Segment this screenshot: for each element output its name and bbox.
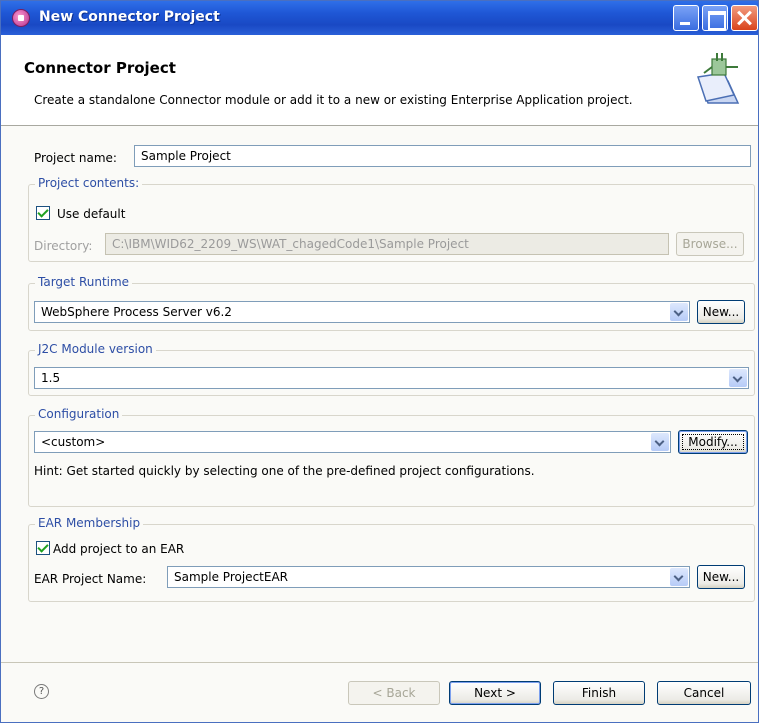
project-name-field[interactable]: Sample Project (134, 145, 751, 167)
ear-project-name-value: Sample ProjectEAR (174, 570, 288, 584)
new-ear-button[interactable]: New... (697, 565, 745, 589)
minimize-button[interactable] (673, 5, 699, 31)
close-button[interactable] (731, 5, 758, 31)
ear-membership-legend: EAR Membership (35, 516, 144, 530)
ear-membership-group: EAR Membership (28, 516, 755, 602)
j2c-module-value: 1.5 (41, 371, 61, 385)
back-button[interactable]: < Back (348, 681, 440, 705)
footer-divider (1, 662, 758, 663)
chevron-down-icon[interactable] (651, 433, 669, 451)
configuration-legend: Configuration (35, 407, 123, 421)
chevron-down-icon[interactable] (670, 303, 688, 321)
modify-button[interactable]: Modify... (678, 430, 748, 454)
new-runtime-button[interactable]: New... (697, 300, 745, 324)
ear-project-name-select[interactable]: Sample ProjectEAR (167, 566, 690, 588)
browse-button[interactable]: Browse... (676, 232, 744, 256)
chevron-down-icon[interactable] (670, 568, 688, 586)
configuration-group: Configuration (28, 407, 755, 507)
page-title: Connector Project (24, 59, 176, 77)
window-title: New Connector Project (39, 9, 220, 25)
j2c-module-select[interactable]: 1.5 (34, 367, 749, 389)
project-name-label: Project name: (34, 151, 117, 165)
project-contents-legend: Project contents: (35, 176, 143, 190)
use-default-label: Use default (57, 207, 126, 221)
next-button[interactable]: Next > (449, 681, 541, 705)
directory-label: Directory: (34, 239, 93, 253)
connector-project-icon (697, 53, 740, 104)
dialog-window: New Connector Project Connector Project … (0, 0, 759, 723)
ear-project-name-label: EAR Project Name: (34, 572, 147, 586)
maximize-button[interactable] (702, 5, 728, 31)
directory-field[interactable]: C:\IBM\WID62_2209_WS\WAT_chagedCode1\Sam… (105, 233, 669, 255)
cancel-button[interactable]: Cancel (657, 681, 751, 705)
add-to-ear-label: Add project to an EAR (53, 542, 185, 556)
help-icon[interactable]: ? (34, 684, 49, 699)
configuration-hint: Hint: Get started quickly by selecting o… (34, 464, 535, 478)
j2c-module-legend: J2C Module version (35, 342, 156, 356)
page-description: Create a standalone Connector module or … (34, 93, 633, 107)
connector-app-icon (12, 9, 30, 27)
target-runtime-value: WebSphere Process Server v6.2 (41, 305, 232, 319)
add-to-ear-checkbox[interactable] (36, 541, 50, 555)
use-default-checkbox[interactable] (36, 206, 50, 220)
target-runtime-select[interactable]: WebSphere Process Server v6.2 (34, 301, 690, 323)
chevron-down-icon[interactable] (729, 369, 747, 387)
configuration-select[interactable]: <custom> (34, 431, 671, 453)
configuration-value: <custom> (41, 435, 106, 449)
finish-button[interactable]: Finish (553, 681, 645, 705)
wizard-banner: Connector Project Create a standalone Co… (1, 35, 758, 126)
target-runtime-legend: Target Runtime (35, 275, 133, 289)
title-bar[interactable]: New Connector Project (1, 1, 758, 35)
